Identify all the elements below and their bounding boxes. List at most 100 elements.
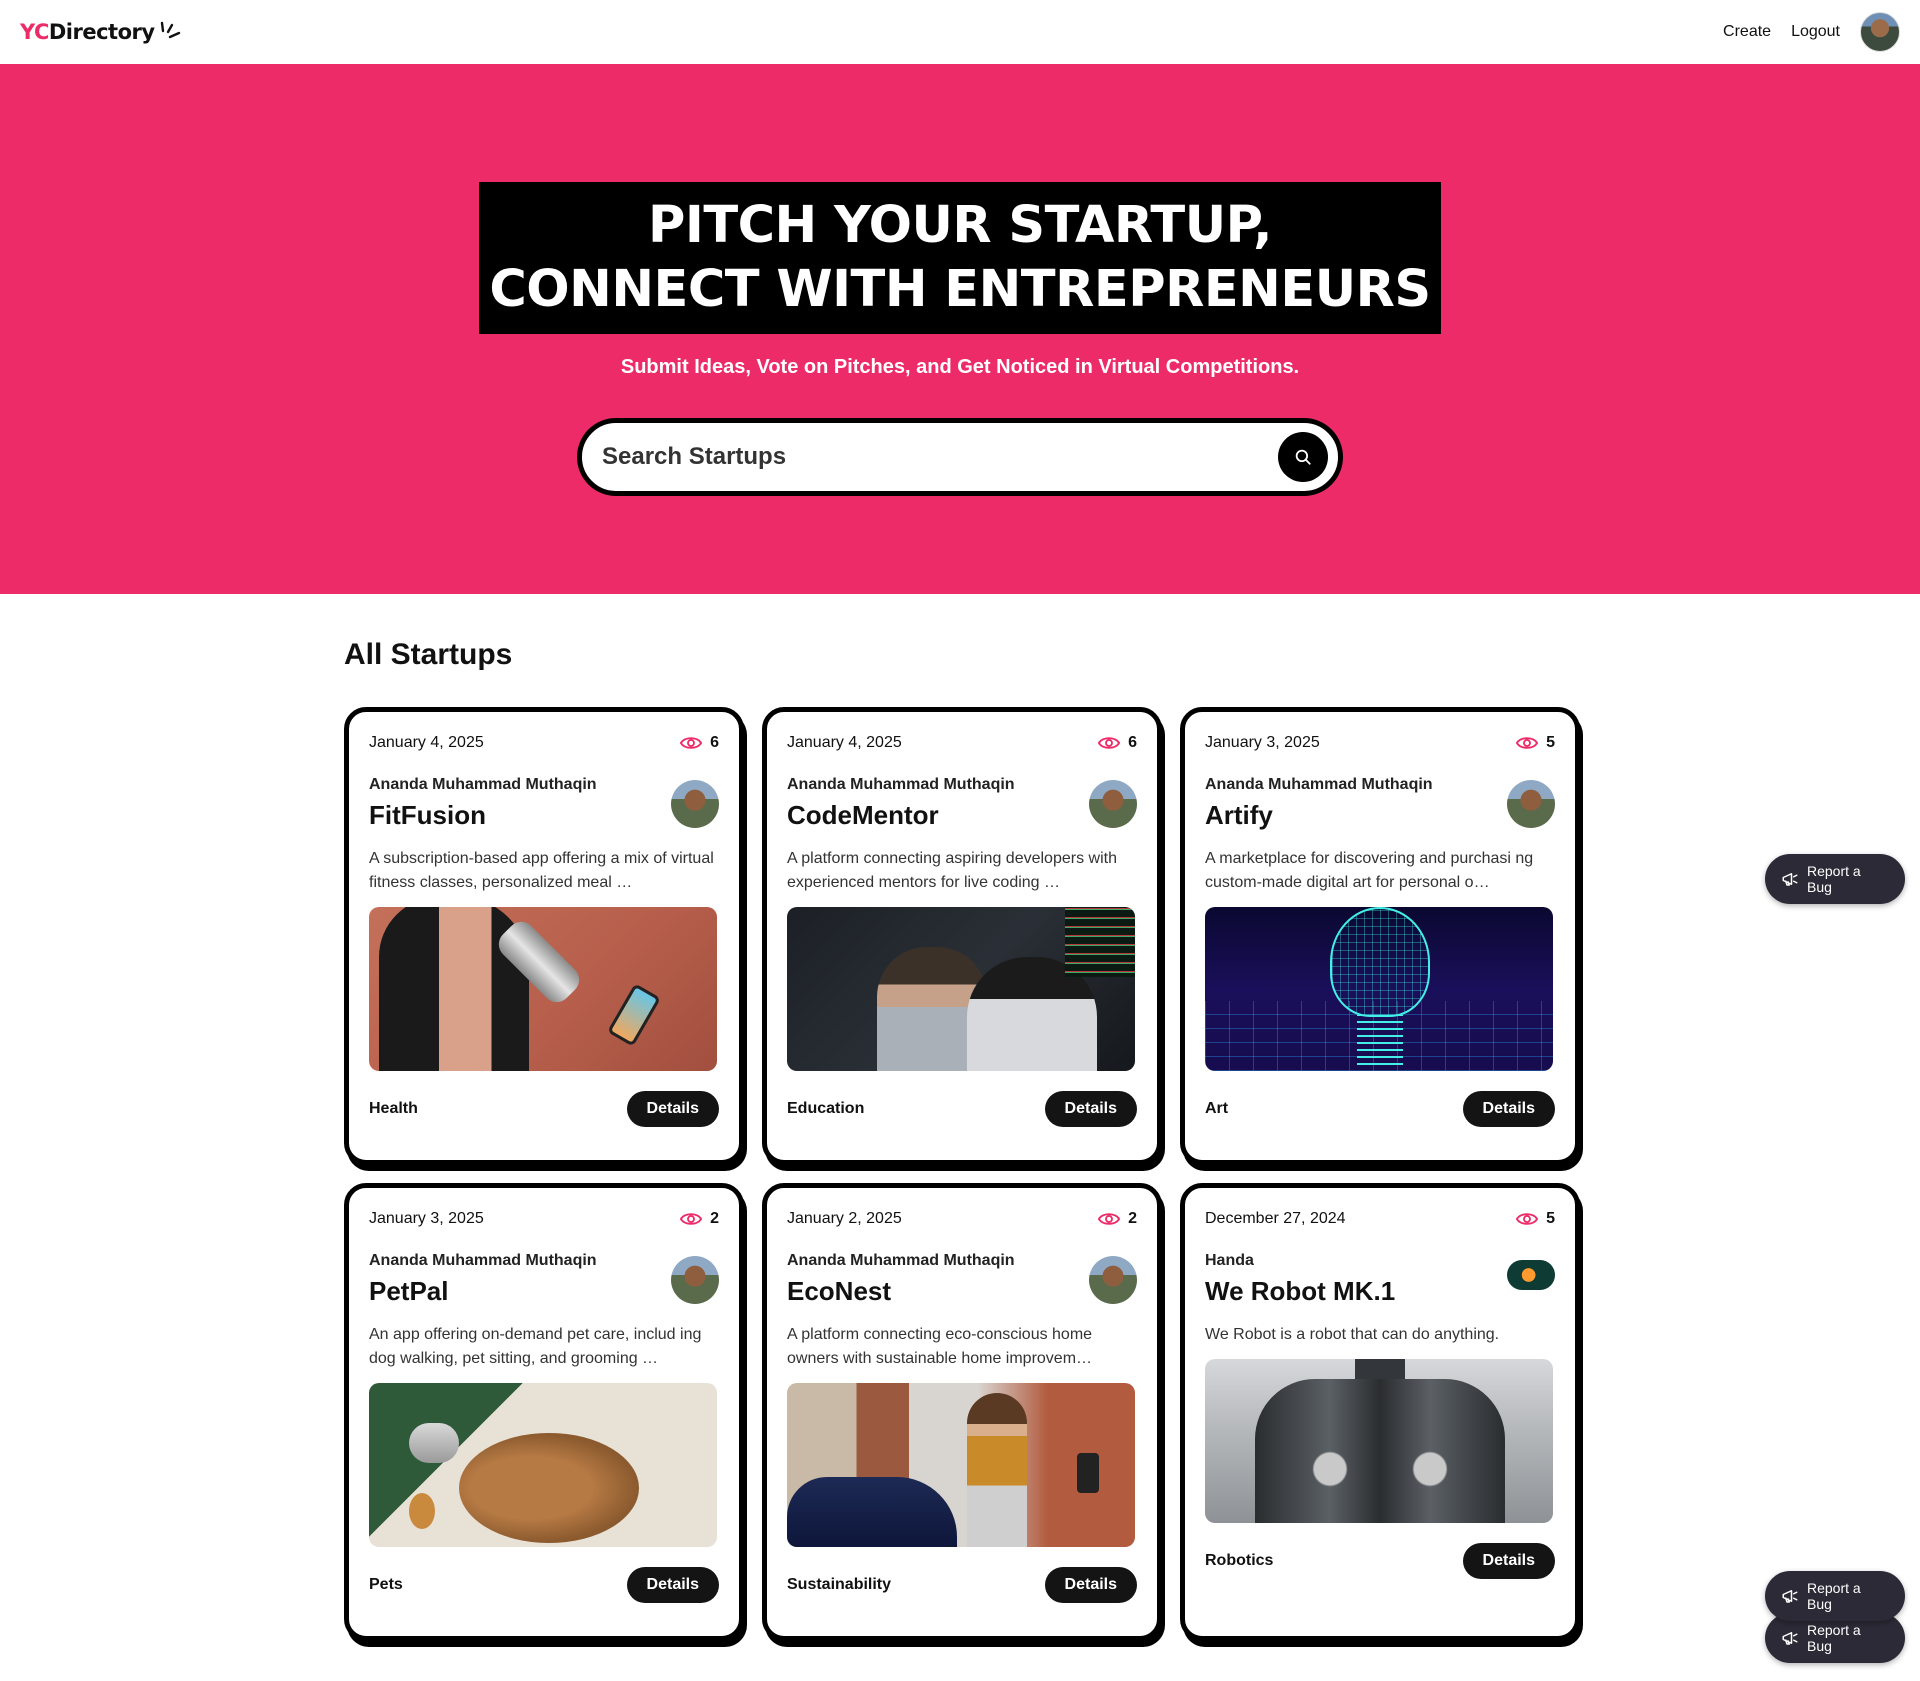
card-views: 6 [680, 734, 719, 752]
report-bug-button[interactable]: Report a Bug [1765, 854, 1905, 904]
card-view-count: 2 [710, 1210, 719, 1227]
hero-heading-line-1: Pitch your startup, [647, 196, 1273, 255]
create-link[interactable]: Create [1723, 23, 1771, 41]
card-category[interactable]: Education [787, 1100, 864, 1118]
eye-icon [1516, 1213, 1539, 1225]
card-date: January 3, 2025 [369, 1210, 484, 1227]
card-description[interactable]: We Robot is a robot that can do anything… [1205, 1323, 1555, 1347]
card-date: January 3, 2025 [1205, 734, 1320, 751]
logo-prefix: YC [20, 20, 49, 44]
report-bug-label: Report a Bug [1807, 863, 1861, 895]
logo-name: Directory [48, 20, 155, 44]
startup-card: January 2, 2025 2 Ananda Muhammad Muthaq… [762, 1183, 1162, 1641]
search-button[interactable] [1278, 432, 1328, 482]
card-author[interactable]: Ananda Muhammad Muthaqin [369, 1252, 597, 1270]
card-category[interactable]: Robotics [1205, 1552, 1273, 1570]
startup-grid: January 4, 2025 6 Ananda Muhammad Muthaq… [344, 707, 1580, 1641]
card-date: January 4, 2025 [787, 734, 902, 751]
author-avatar[interactable] [1089, 1256, 1137, 1304]
eye-icon [680, 1213, 703, 1225]
megaphone-icon [1782, 1590, 1798, 1603]
card-image[interactable] [787, 907, 1135, 1071]
card-description[interactable]: A platform connecting eco-conscious home… [787, 1323, 1137, 1371]
startup-card: January 3, 2025 2 Ananda Muhammad Muthaq… [344, 1183, 744, 1641]
card-author[interactable]: Ananda Muhammad Muthaqin [369, 776, 597, 794]
details-button[interactable]: Details [1044, 1091, 1137, 1127]
hero-section: Pitch your startup, connect with entrepr… [0, 64, 1920, 594]
card-view-count: 6 [1128, 734, 1137, 751]
details-button[interactable]: Details [626, 1567, 719, 1603]
details-button[interactable]: Details [1462, 1543, 1555, 1579]
card-category[interactable]: Art [1205, 1100, 1228, 1118]
eye-icon [680, 737, 703, 749]
details-button[interactable]: Details [1462, 1091, 1555, 1127]
report-bug-label: Report a Bug [1807, 1580, 1861, 1612]
card-date: January 4, 2025 [369, 734, 484, 751]
logout-link[interactable]: Logout [1791, 23, 1840, 41]
card-image[interactable] [1205, 907, 1553, 1071]
card-author[interactable]: Ananda Muhammad Muthaqin [1205, 776, 1433, 794]
search-input[interactable] [602, 443, 1278, 471]
section-title: All Startups [344, 638, 513, 671]
author-avatar[interactable] [1089, 780, 1137, 828]
startup-card: January 4, 2025 6 Ananda Muhammad Muthaq… [344, 707, 744, 1165]
card-title[interactable]: PetPal [369, 1276, 597, 1307]
card-category[interactable]: Pets [369, 1576, 403, 1594]
spark-icon [160, 21, 180, 39]
card-title[interactable]: FitFusion [369, 800, 597, 831]
card-image[interactable] [1205, 1359, 1553, 1523]
card-image[interactable] [787, 1383, 1135, 1547]
card-date: December 27, 2024 [1205, 1210, 1346, 1227]
card-author[interactable]: Ananda Muhammad Muthaqin [787, 1252, 1015, 1270]
card-date: January 2, 2025 [787, 1210, 902, 1227]
author-avatar[interactable] [671, 1256, 719, 1304]
megaphone-icon [1782, 873, 1798, 886]
card-views: 6 [1098, 734, 1137, 752]
hero-heading: Pitch your startup, connect with entrepr… [479, 182, 1441, 334]
megaphone-icon [1782, 1632, 1798, 1645]
card-category[interactable]: Sustainability [787, 1576, 891, 1594]
card-views: 5 [1516, 1210, 1555, 1228]
hero-subheading: Submit Ideas, Vote on Pitches, and Get N… [620, 356, 1300, 378]
card-views: 2 [1098, 1210, 1137, 1228]
card-author[interactable]: Ananda Muhammad Muthaqin [787, 776, 1015, 794]
eye-icon [1098, 1213, 1121, 1225]
startup-card: January 3, 2025 5 Ananda Muhammad Muthaq… [1180, 707, 1580, 1165]
card-title[interactable]: EcoNest [787, 1276, 1015, 1307]
details-button[interactable]: Details [1044, 1567, 1137, 1603]
card-title[interactable]: Artify [1205, 800, 1433, 831]
search-form [577, 418, 1343, 496]
card-view-count: 6 [710, 734, 719, 751]
user-avatar[interactable] [1860, 12, 1900, 52]
eye-icon [1098, 737, 1121, 749]
details-button[interactable]: Details [626, 1091, 719, 1127]
card-image[interactable] [369, 907, 717, 1071]
card-author[interactable]: Handa [1205, 1252, 1395, 1270]
author-avatar[interactable] [1507, 1260, 1555, 1290]
hero-heading-line-2: connect with entrepreneurs [489, 260, 1431, 319]
card-title[interactable]: We Robot MK.1 [1205, 1276, 1395, 1307]
report-bug-button[interactable]: Report a Bug [1765, 1571, 1905, 1621]
card-title[interactable]: CodeMentor [787, 800, 1015, 831]
card-view-count: 5 [1546, 734, 1555, 751]
card-category[interactable]: Health [369, 1100, 418, 1118]
card-description[interactable]: An app offering on-demand pet care, incl… [369, 1323, 719, 1371]
card-description[interactable]: A subscription-based app offering a mix … [369, 847, 719, 895]
report-bug-label: Report a Bug [1807, 1622, 1861, 1654]
card-view-count: 2 [1128, 1210, 1137, 1227]
author-avatar[interactable] [1507, 780, 1555, 828]
card-description[interactable]: A platform connecting aspiring developer… [787, 847, 1137, 895]
startup-card: January 4, 2025 6 Ananda Muhammad Muthaq… [762, 707, 1162, 1165]
navbar: YC Directory Create Logout [0, 0, 1920, 64]
author-avatar[interactable] [671, 780, 719, 828]
card-views: 2 [680, 1210, 719, 1228]
startup-card: December 27, 2024 5 Handa We Robot MK.1 … [1180, 1183, 1580, 1641]
card-description[interactable]: A marketplace for discovering and purcha… [1205, 847, 1555, 895]
card-views: 5 [1516, 734, 1555, 752]
eye-icon [1516, 737, 1539, 749]
card-image[interactable] [369, 1383, 717, 1547]
logo[interactable]: YC Directory [20, 19, 183, 45]
card-view-count: 5 [1546, 1210, 1555, 1227]
search-icon [1295, 449, 1311, 465]
nav-links: Create Logout [1723, 12, 1900, 52]
